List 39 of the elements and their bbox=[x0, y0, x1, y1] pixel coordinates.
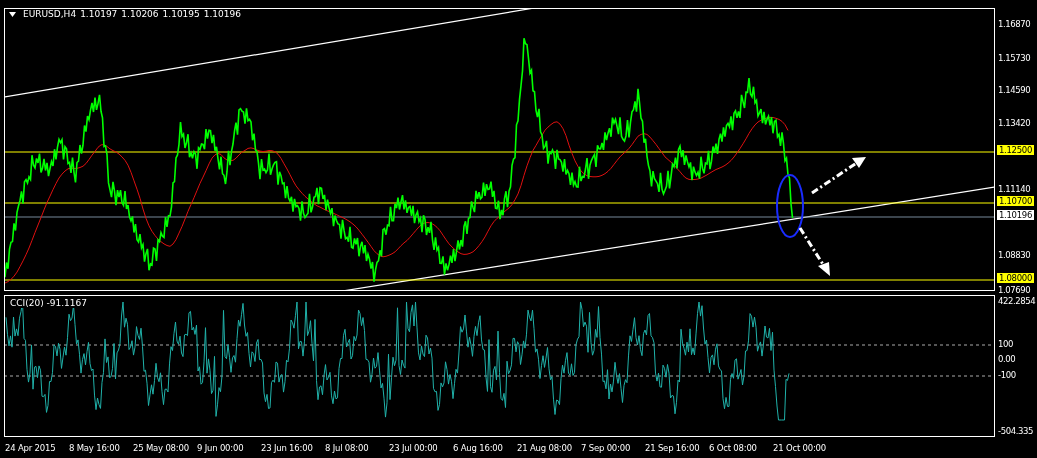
cci-tick-label: -504.335 bbox=[998, 426, 1034, 436]
time-tick-label: 6 Oct 08:00 bbox=[709, 442, 758, 453]
price-level-label: 1.12500 bbox=[997, 145, 1035, 155]
price-level-label: 1.08000 bbox=[997, 273, 1035, 283]
up-arrow bbox=[811, 157, 866, 195]
dropdown-icon[interactable] bbox=[9, 11, 16, 17]
price-tick-label: 1.15730 bbox=[998, 53, 1031, 63]
cci-tick-label: 422.2854 bbox=[998, 296, 1036, 306]
time-tick-label: 24 Apr 2015 bbox=[5, 442, 57, 453]
quote-value: 1.10206 bbox=[121, 9, 159, 19]
price-level-label: 1.10700 bbox=[997, 196, 1035, 206]
time-tick-label: 21 Aug 08:00 bbox=[517, 442, 573, 453]
time-tick-label: 6 Aug 16:00 bbox=[453, 442, 504, 453]
time-tick-label: 9 Jun 00:00 bbox=[197, 442, 245, 453]
quote-value: 1.10196 bbox=[203, 9, 241, 19]
cci-tick-label: 0.00 bbox=[998, 354, 1016, 364]
time-tick-label: 21 Sep 16:00 bbox=[645, 442, 701, 453]
quote-value: 1.10195 bbox=[162, 9, 200, 19]
symbol-label: EURUSD,H4 bbox=[23, 9, 77, 19]
price-tick-label: 1.07690 bbox=[998, 285, 1031, 295]
time-tick-label: 8 May 16:00 bbox=[69, 442, 121, 453]
cci-tick-label: -100 bbox=[998, 370, 1016, 380]
time-tick-label: 25 May 08:00 bbox=[133, 442, 190, 453]
price-tick-label: 1.11140 bbox=[998, 184, 1031, 194]
time-tick-label: 8 Jul 08:00 bbox=[325, 442, 370, 453]
price-tick-label: 1.16870 bbox=[998, 19, 1031, 29]
time-tick-label: 21 Oct 00:00 bbox=[773, 442, 827, 453]
time-tick-label: 7 Sep 00:00 bbox=[581, 442, 632, 453]
time-tick-label: 23 Jul 00:00 bbox=[389, 442, 439, 453]
indicator-title: CCI(20) -91.1167 bbox=[9, 298, 89, 308]
time-tick-label: 23 Jun 16:00 bbox=[261, 442, 314, 453]
highlight-ellipse bbox=[776, 174, 804, 238]
quote-value: 1.10197 bbox=[80, 9, 118, 19]
price-tick-label: 1.13420 bbox=[998, 118, 1031, 128]
price-level-label: 1.10196 bbox=[997, 210, 1035, 220]
cci-tick-label: 100 bbox=[998, 339, 1014, 349]
down-arrow bbox=[798, 227, 830, 276]
price-tick-label: 1.08830 bbox=[998, 250, 1031, 260]
price-tick-label: 1.14590 bbox=[998, 85, 1031, 95]
